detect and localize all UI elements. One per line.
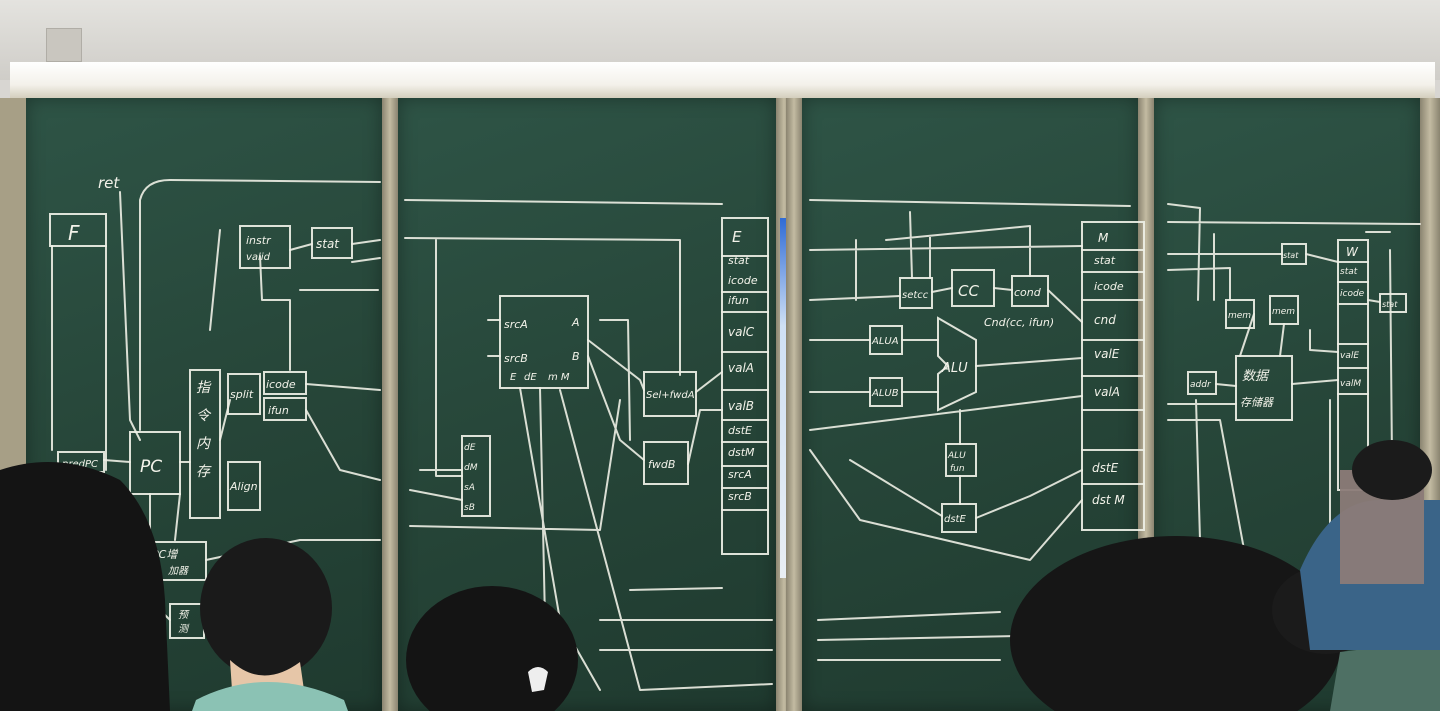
student-center <box>406 586 578 711</box>
student-center-left <box>192 538 348 711</box>
audience-foreground <box>0 440 1440 711</box>
student-left-edge <box>0 462 170 711</box>
standing-person <box>1300 440 1440 650</box>
